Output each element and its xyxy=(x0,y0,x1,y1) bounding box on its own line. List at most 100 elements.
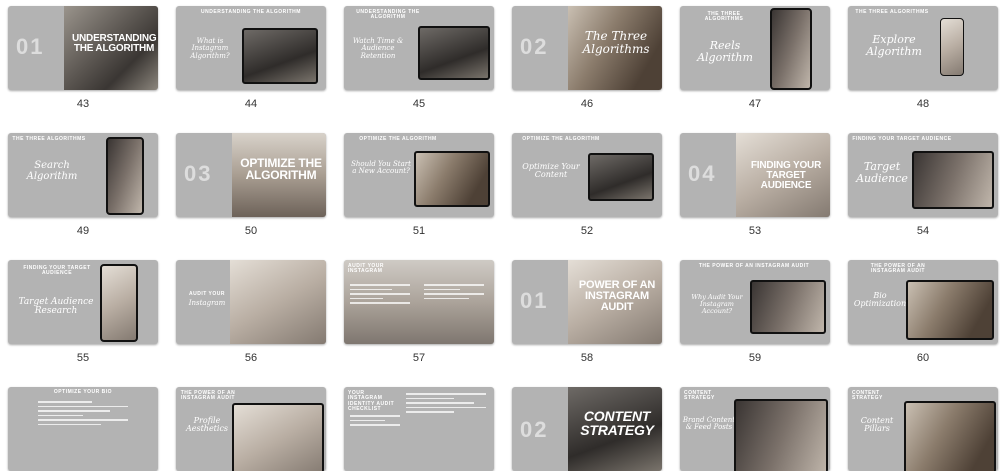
slide-number: 45 xyxy=(412,98,426,110)
slide-caption: FINDING YOUR TARGET AUDIENCE xyxy=(852,136,952,142)
device-mockup xyxy=(734,399,828,471)
slide-number: 54 xyxy=(916,225,930,237)
slide-script-title: Bio Optimization xyxy=(853,291,907,309)
slide-thumbnail-57[interactable]: AUDIT YOUR INSTAGRAM xyxy=(344,260,494,344)
device-mockup xyxy=(904,401,996,471)
checklist-lines xyxy=(406,393,486,416)
slide-thumbnail-59[interactable]: THE POWER OF AN INSTAGRAM AUDIT Why Audi… xyxy=(680,260,830,344)
slide-thumbnail-47[interactable]: THE THREE ALGORITHMS Reels Algorithm xyxy=(680,6,830,90)
slide-thumbnail-63[interactable]: YOUR INSTAGRAM IDENTITY AUDIT CHECKLIST xyxy=(344,387,494,471)
phone-mockup xyxy=(940,18,964,76)
slide-script-title: Optimize Your Content xyxy=(522,162,580,180)
slide-script-title: Content Pillars xyxy=(860,416,894,434)
slide-caption: AUDIT YOUR xyxy=(188,291,226,297)
device-mockup xyxy=(242,28,318,84)
slide-script-title: Watch Time & Audience Retention xyxy=(352,37,404,60)
slide-script-title: Brand Content & Feed Posts xyxy=(682,416,736,432)
slide-thumbnail-64[interactable]: 02 CONTENT STRATEGY xyxy=(512,387,662,471)
device-mockup xyxy=(750,280,826,334)
slide-caption: OPTIMIZE THE ALGORITHM xyxy=(359,136,437,142)
slide-number: 50 xyxy=(244,225,258,237)
slide-thumbnail-53[interactable]: 04 FINDING YOUR TARGET AUDIENCE xyxy=(680,133,830,217)
slide-script-title: Instagram xyxy=(188,299,226,307)
section-number: 01 xyxy=(520,288,549,313)
slide-thumbnail-56[interactable]: AUDIT YOUR Instagram xyxy=(176,260,326,344)
slide-thumbnail-45[interactable]: UNDERSTANDING THE ALGORITHM Watch Time &… xyxy=(344,6,494,90)
slide-thumbnail-44[interactable]: UNDERSTANDING THE ALGORITHM What is Inst… xyxy=(176,6,326,90)
slide-title: CONTENT STRATEGY xyxy=(580,408,654,438)
device-mockup xyxy=(912,151,994,209)
slide-thumbnail-54[interactable]: FINDING YOUR TARGET AUDIENCE Target Audi… xyxy=(848,133,998,217)
slide-script-title: Reels Algorithm xyxy=(697,39,753,64)
slide-thumbnail-46[interactable]: 02 The Three Algorithms xyxy=(512,6,662,90)
device-mockup xyxy=(232,403,324,471)
device-mockup xyxy=(418,26,490,80)
slide-thumbnail-51[interactable]: OPTIMIZE THE ALGORITHM Should You Start … xyxy=(344,133,494,217)
phone-mockup xyxy=(106,137,144,215)
section-number: 02 xyxy=(520,417,549,442)
slide-thumbnail-52[interactable]: OPTIMIZE THE ALGORITHM Optimize Your Con… xyxy=(512,133,662,217)
slide-number: 49 xyxy=(76,225,90,237)
slide-thumbnail-49[interactable]: THE THREE ALGORITHMS Search Algorithm xyxy=(8,133,158,217)
checklist-lines xyxy=(38,401,128,428)
slide-caption: OPTIMIZE YOUR BIO xyxy=(53,389,113,395)
section-number: 01 xyxy=(16,34,45,59)
slide-number: 43 xyxy=(76,98,90,110)
phone-mockup xyxy=(100,264,138,342)
slide-number: 58 xyxy=(580,352,594,364)
slide-number: 55 xyxy=(76,352,90,364)
slide-photo xyxy=(230,260,326,344)
slide-script-title: Target Audience Research xyxy=(18,297,94,317)
device-mockup xyxy=(906,280,994,340)
slide-script-title: Target Audience xyxy=(856,160,908,185)
slide-number: 56 xyxy=(244,352,258,364)
slide-caption: THE POWER OF AN INSTAGRAM AUDIT xyxy=(870,263,926,275)
slide-thumbnail-65[interactable]: CONTENT STRATEGY Brand Content & Feed Po… xyxy=(680,387,830,471)
slide-title: POWER OF AN INSTAGRAM AUDIT xyxy=(578,279,656,313)
slide-script-title: Should You Start a New Account? xyxy=(351,160,411,176)
slide-thumbnail-66[interactable]: CONTENT STRATEGY Content Pillars xyxy=(848,387,998,471)
slide-title: FINDING YOUR TARGET AUDIENCE xyxy=(750,160,822,191)
slide-caption: YOUR INSTAGRAM IDENTITY AUDIT CHECKLIST xyxy=(348,390,395,412)
slide-thumbnail-55[interactable]: FINDING YOUR TARGET AUDIENCE Target Audi… xyxy=(8,260,158,344)
slide-caption: THE POWER OF AN INSTAGRAM AUDIT xyxy=(698,263,810,269)
slide-number: 46 xyxy=(580,98,594,110)
slide-thumbnail-50[interactable]: 03 OPTIMIZE THE ALGORITHM xyxy=(176,133,326,217)
slide-caption: OPTIMIZE THE ALGORITHM xyxy=(522,136,600,142)
slide-number: 53 xyxy=(748,225,762,237)
slide-number: 51 xyxy=(412,225,426,237)
slide-title: UNDERSTANDING THE ALGORITHM xyxy=(72,33,157,54)
section-number: 02 xyxy=(520,34,549,59)
slide-number: 48 xyxy=(916,98,930,110)
slide-number: 47 xyxy=(748,98,762,110)
slide-caption: UNDERSTANDING THE ALGORITHM xyxy=(356,9,420,21)
slide-caption: THE POWER OF AN INSTAGRAM AUDIT xyxy=(180,390,236,402)
slide-script-title: Profile Aesthetics xyxy=(185,416,229,434)
slide-caption: CONTENT STRATEGY xyxy=(684,390,715,402)
slide-thumbnail-61[interactable]: OPTIMIZE YOUR BIO xyxy=(8,387,158,471)
slide-script-title: The Three Algorithms xyxy=(582,29,650,56)
slide-number: 44 xyxy=(244,98,258,110)
slide-thumbnail-60[interactable]: THE POWER OF AN INSTAGRAM AUDIT Bio Opti… xyxy=(848,260,998,344)
device-mockup xyxy=(588,153,654,201)
slide-caption: UNDERSTANDING THE ALGORITHM xyxy=(201,9,301,15)
slide-script-title: Search Algorithm xyxy=(26,160,78,182)
section-number: 04 xyxy=(688,161,717,186)
checklist-lines xyxy=(424,284,484,302)
checklist-lines xyxy=(350,415,400,429)
slide-number: 60 xyxy=(916,352,930,364)
slide-number: 52 xyxy=(580,225,594,237)
slide-caption: CONTENT STRATEGY xyxy=(852,390,883,402)
slide-thumbnail-48[interactable]: THE THREE ALGORITHMS Explore Algorithm xyxy=(848,6,998,90)
phone-mockup xyxy=(770,8,812,90)
slide-caption: THE THREE ALGORITHMS xyxy=(12,136,86,142)
slide-thumbnail-62[interactable]: THE POWER OF AN INSTAGRAM AUDIT Profile … xyxy=(176,387,326,471)
slide-thumbnail-58[interactable]: 01 POWER OF AN INSTAGRAM AUDIT xyxy=(512,260,662,344)
slide-title: OPTIMIZE THE ALGORITHM xyxy=(240,156,322,182)
slide-script-title: What is Instagram Algorithm? xyxy=(190,37,230,60)
slide-number: 57 xyxy=(412,352,426,364)
device-mockup xyxy=(414,151,490,207)
slide-thumbnail-43[interactable]: 01 UNDERSTANDING THE ALGORITHM xyxy=(8,6,158,90)
slide-number: 59 xyxy=(748,352,762,364)
slide-caption: THE THREE ALGORITHMS xyxy=(855,9,929,15)
